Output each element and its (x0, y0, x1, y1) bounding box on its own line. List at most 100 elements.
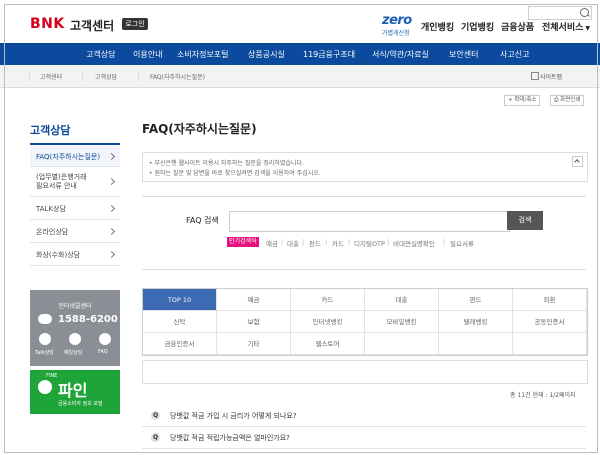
hot-keyword[interactable]: 예금 (266, 238, 278, 248)
tab-category[interactable]: TOP 10 (143, 289, 217, 311)
print-icon: ⎙ (554, 97, 559, 103)
sidebar-title: 고객상담 (30, 124, 71, 137)
nav-personal-banking[interactable]: 개인뱅킹 (421, 20, 454, 33)
hot-keyword[interactable]: 필요서류 (450, 238, 474, 248)
question-icon: Q (151, 411, 160, 420)
all-services-menu[interactable]: 전체서비스 ▼ (542, 20, 590, 33)
notice-text: 원하는 질문 및 답변을 바로 찾으실려면 검색을 이용하여 주십시오. (154, 170, 321, 177)
search-button[interactable]: 검색 (507, 211, 543, 230)
hot-keyword[interactable]: 펀드 (309, 238, 321, 248)
print-button[interactable]: ⎙ 화면인쇄 (550, 95, 585, 106)
hot-keyword[interactable]: 비대면실명확인 (393, 238, 435, 248)
tab-category[interactable]: 대출 (365, 289, 439, 311)
zoom-button[interactable]: + 확대/축소 (504, 95, 541, 106)
nav-corporate-banking[interactable]: 기업뱅킹 (461, 20, 494, 33)
tab-category[interactable]: 카드 (291, 289, 365, 311)
tab-category[interactable]: 웹스토어 (291, 333, 365, 355)
call-center-phone[interactable]: 1588-6200 (58, 314, 118, 325)
tab-category[interactable]: 금융인증서 (143, 333, 217, 355)
question-icon: Q (151, 433, 160, 442)
gnb-item-119[interactable]: 119금융구조대 (303, 49, 355, 60)
sitemap-link[interactable]: 사이트맵 (540, 72, 562, 81)
faq-search-input[interactable] (229, 211, 510, 232)
chevron-right-icon (107, 152, 116, 161)
faq-question[interactable]: 당뱃값 적금 가입 시 금리가 어떻게 되나요? (170, 411, 297, 421)
fine-banner[interactable]: FINE 파인 금융소비자 정보 포털 (30, 370, 120, 414)
chevron-right-icon (107, 250, 116, 259)
fine-logo-icon (38, 380, 52, 394)
faq-item[interactable]: Q 당뱃값 적금 가입 시 금리가 어떻게 되나요? (142, 406, 586, 427)
gnb-item-accident[interactable]: 사고신고 (500, 49, 529, 60)
sitemap-icon[interactable] (531, 72, 539, 80)
call-center-box: 인터넷콜센터 1588-6200 Talk상담 예일상담 FAQ (30, 290, 120, 366)
hot-keyword[interactable]: 카드 (332, 238, 344, 248)
hot-keyword[interactable]: 디지털OTP (354, 238, 385, 248)
breadcrumb-item-home[interactable]: 고객센터 (40, 72, 62, 81)
chat-icon (38, 314, 52, 324)
tab-category[interactable]: 보험 (217, 311, 291, 333)
keyword-separator: | (325, 238, 328, 246)
zero-logo[interactable]: zero (382, 13, 412, 28)
bnk-logo[interactable]: BNK (30, 16, 65, 32)
print-label: 화면인쇄 (560, 97, 581, 103)
collapse-button[interactable] (572, 156, 583, 167)
fine-top: FINE (46, 373, 58, 379)
login-button[interactable]: 로그인 (122, 18, 148, 30)
tab-category[interactable]: 모바일뱅킹 (365, 311, 439, 333)
faq-category-tabs: TOP 10 예금 카드 대출 펀드 외환신탁 보험 인터넷뱅킹 모바일뱅킹 텔레뱅킹 공동인증서금… (142, 288, 588, 356)
sidebar-item-faq[interactable]: FAQ(자주하시는질문) (30, 146, 120, 167)
keyword-separator: | (387, 238, 390, 246)
sidebar-item-online[interactable]: 온라인상담 (30, 220, 120, 243)
tab-category[interactable]: 인터넷뱅킹 (291, 311, 365, 333)
tab-category[interactable]: 예금 (217, 289, 291, 311)
hot-keyword[interactable]: 대출 (287, 238, 299, 248)
fine-title: 파인 (58, 381, 88, 400)
faq-item[interactable]: Q 당뱃값 적금 적립가능금액은 얼마인가요? (142, 428, 586, 449)
page-title: FAQ(자주하시는질문) (142, 122, 257, 136)
talk-link[interactable]: Talk상담 (35, 349, 54, 356)
keyword-separator: | (348, 238, 351, 246)
top-search-box[interactable] (528, 6, 592, 20)
faq-link[interactable]: FAQ (98, 349, 108, 355)
caret-down-icon: ▼ (585, 25, 591, 32)
gnb-item-consult[interactable]: 고객상담 (86, 49, 115, 60)
sidebar-item-required-docs[interactable]: (업무별)은행거래 필요서류 안내 (30, 167, 120, 197)
tab-category[interactable]: 텔레뱅킹 (439, 311, 513, 333)
sidebar-item-label: FAQ(자주하시는질문) (36, 153, 101, 161)
fine-sub: 금융소비자 정보 포털 (58, 401, 103, 407)
gnb-item-guide[interactable]: 이용안내 (133, 49, 162, 60)
chevron-right-icon (107, 177, 116, 186)
call-center-title: 인터넷콜센터 (58, 303, 92, 310)
sidebar-item-talk[interactable]: TALK상담 (30, 197, 120, 220)
chevron-right-icon (107, 227, 116, 236)
tab-category[interactable]: 외환 (513, 289, 587, 311)
result-count: 총 11건 현재 : 1/2페이지 (510, 392, 576, 399)
tab-category[interactable]: 공동인증서 (513, 311, 587, 333)
breadcrumb-item-consult[interactable]: 고객상담 (95, 72, 117, 81)
customer-center-title: 고객센터 (70, 19, 115, 33)
gnb-item-security[interactable]: 보안센터 (449, 49, 478, 60)
gnb-item-forms[interactable]: 서식/약관/자료실 (372, 49, 429, 60)
breadcrumb-item-faq[interactable]: FAQ(자주하시는질문) (150, 72, 205, 81)
sidebar-item-label: 화상(수화)상담 (36, 251, 81, 259)
gnb-item-product-disclosure[interactable]: 상품공시실 (248, 49, 285, 60)
reservation-icon[interactable] (69, 333, 81, 345)
nav-financial-products[interactable]: 금융상품 (501, 20, 534, 33)
talk-icon[interactable] (39, 333, 51, 345)
tab-category[interactable]: 기타 (217, 333, 291, 355)
gnb-item-consumer-portal[interactable]: 소비자정보포털 (177, 49, 229, 60)
faq-result-box (142, 360, 588, 384)
tab-category[interactable]: 신탁 (143, 311, 217, 333)
notice-box: • 부산은행 웹사이트 이용시 자주하는 질문을 정리하였습니다. • 원하는 … (142, 152, 588, 182)
keyword-separator: | (443, 238, 446, 246)
tab-category[interactable]: 펀드 (439, 289, 513, 311)
notice-line-1: • 부산은행 웹사이트 이용시 자주하는 질문을 정리하였습니다. (149, 160, 304, 167)
reservation-link[interactable]: 예일상담 (64, 349, 82, 356)
tab-empty (439, 333, 513, 355)
faq-question[interactable]: 당뱃값 적금 적립가능금액은 얼마인가요? (170, 433, 290, 443)
faq-icon[interactable] (99, 333, 111, 345)
sidebar-item-video[interactable]: 화상(수화)상담 (30, 243, 120, 266)
search-icon[interactable] (580, 8, 589, 17)
notice-line-2: • 원하는 질문 및 답변을 바로 찾으실려면 검색을 이용하여 주십시오. (149, 170, 321, 177)
sidebar-item-label: TALK상담 (36, 205, 66, 213)
